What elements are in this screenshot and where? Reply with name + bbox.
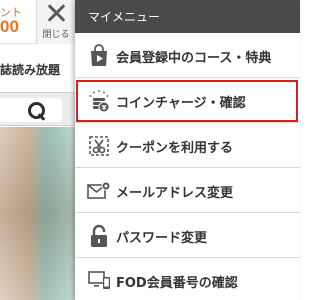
background-thumbnail-image <box>0 127 75 300</box>
padlock-icon <box>87 224 111 248</box>
menu-item-courses[interactable]: 会員登録中のコース・特典 <box>75 33 300 78</box>
menu-header: マイメニュー <box>75 0 300 33</box>
point-value: 00 <box>0 17 19 36</box>
coupon-scissors-icon <box>87 134 111 158</box>
menu-item-coupon[interactable]: クーポンを利用する <box>75 123 300 168</box>
close-icon <box>45 2 67 24</box>
background-header: ント 00 閉じる <box>0 0 75 44</box>
background-tab-label: 誌読み放題 <box>0 63 61 77</box>
menu-item-label: メールアドレス変更 <box>116 186 234 201</box>
my-menu-panel: マイメニュー 会員登録中のコース・特典 ¥ コインチャージ・確認 クーポンを利用… <box>75 0 300 300</box>
coin-stack-icon: ¥ <box>87 89 111 113</box>
background-search-bar[interactable] <box>0 92 75 126</box>
mail-gear-icon <box>87 179 111 203</box>
menu-item-label: FOD会員番号の確認 <box>116 276 238 291</box>
menu-item-coin-charge[interactable]: ¥ コインチャージ・確認 <box>75 78 300 123</box>
menu-title: マイメニュー <box>88 10 161 24</box>
svg-text:¥: ¥ <box>102 104 107 112</box>
menu-item-password-change[interactable]: パスワード変更 <box>75 213 300 258</box>
close-button[interactable]: 閉じる <box>36 0 75 44</box>
menu-item-label: 会員登録中のコース・特典 <box>116 51 272 66</box>
background-app-panel: ント 00 閉じる 誌読み放題 <box>0 0 75 300</box>
close-label: 閉じる <box>42 30 70 40</box>
background-search-input[interactable] <box>0 98 62 122</box>
shopping-bag-play-icon <box>87 44 111 68</box>
search-icon[interactable] <box>27 101 47 121</box>
devices-icon <box>87 269 111 293</box>
background-tab[interactable]: 誌読み放題 <box>0 56 75 82</box>
menu-item-label: パスワード変更 <box>116 231 208 246</box>
menu-item-label: クーポンを利用する <box>116 141 234 156</box>
menu-item-email-change[interactable]: メールアドレス変更 <box>75 168 300 213</box>
menu-item-member-number[interactable]: FOD会員番号の確認 <box>75 258 300 300</box>
menu-item-label: コインチャージ・確認 <box>116 96 246 111</box>
